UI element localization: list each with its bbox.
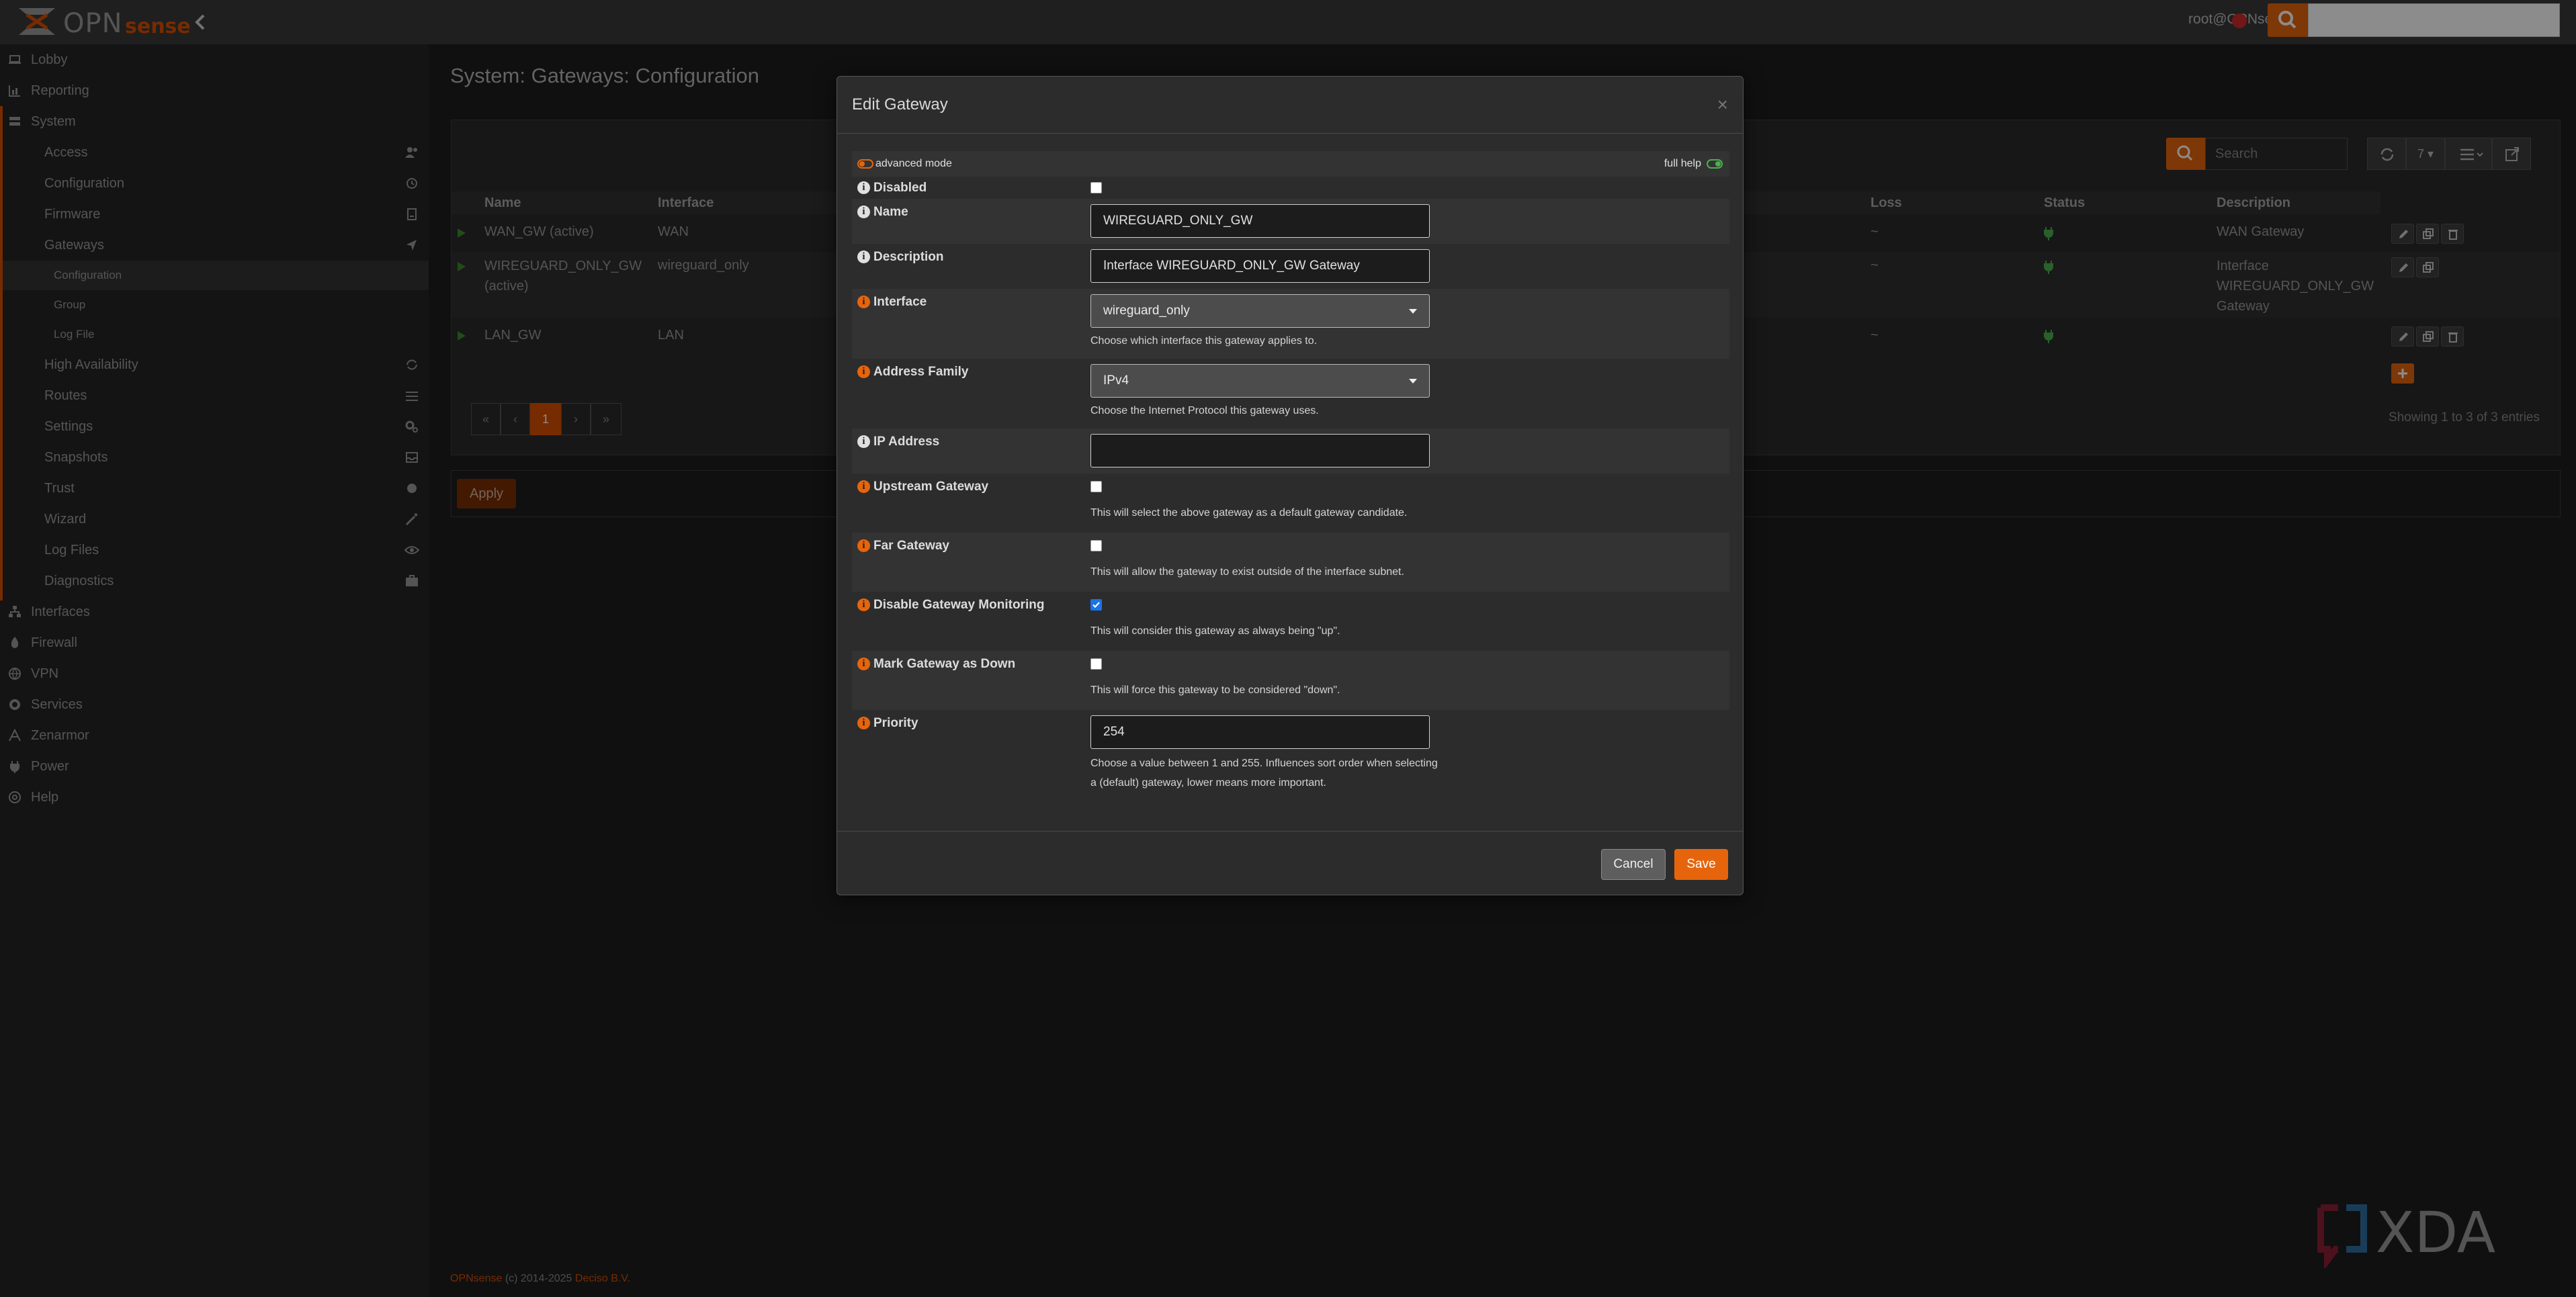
full-help-toggle[interactable]: [1707, 159, 1723, 169]
field-row-name: i Name WIREGUARD_ONLY_GW: [852, 199, 1729, 244]
disabled-checkbox[interactable]: [1090, 182, 1102, 193]
priority-input[interactable]: 254: [1090, 715, 1430, 749]
mark-down-checkbox[interactable]: [1090, 658, 1102, 670]
upstream-gateway-label: Upstream Gateway: [873, 480, 989, 494]
disable-monitoring-checkbox[interactable]: [1090, 599, 1102, 611]
priority-label: Priority: [873, 716, 918, 730]
info-icon[interactable]: i: [857, 296, 870, 308]
address-family-label: Address Family: [873, 365, 969, 379]
save-button[interactable]: Save: [1674, 849, 1728, 880]
dialog-mode-row: advanced mode full help: [852, 151, 1729, 177]
edit-gateway-dialog: Edit Gateway × advanced mode full help i…: [836, 76, 1744, 895]
priority-help: Choose a value between 1 and 255. Influe…: [1090, 758, 1438, 789]
disable-monitoring-label: Disable Gateway Monitoring: [873, 598, 1045, 612]
field-row-ip-address: i IP Address: [852, 429, 1729, 474]
disabled-label: Disabled: [873, 181, 927, 195]
info-icon[interactable]: i: [857, 598, 870, 611]
interface-select-value: wireguard_only: [1103, 304, 1190, 318]
description-label: Description: [873, 250, 944, 264]
address-family-select[interactable]: IPv4: [1090, 364, 1430, 398]
field-row-mark-down: i Mark Gateway as Down This will force t…: [852, 651, 1729, 710]
upstream-gateway-checkbox[interactable]: [1090, 481, 1102, 492]
info-icon[interactable]: i: [857, 251, 870, 263]
info-icon[interactable]: i: [857, 365, 870, 378]
advanced-mode-toggle[interactable]: [857, 159, 873, 169]
full-help-label[interactable]: full help: [1664, 158, 1701, 170]
field-row-upstream-gateway: i Upstream Gateway This will select the …: [852, 474, 1729, 533]
info-icon[interactable]: i: [857, 206, 870, 218]
info-icon[interactable]: i: [857, 181, 870, 194]
cancel-button[interactable]: Cancel: [1601, 849, 1666, 880]
info-icon[interactable]: i: [857, 480, 870, 493]
ip-address-label: IP Address: [873, 435, 940, 449]
checkmark-icon: [1092, 602, 1100, 609]
advanced-mode-label[interactable]: advanced mode: [875, 158, 952, 170]
field-row-address-family: i Address Family IPv4 Choose the Interne…: [852, 359, 1729, 429]
field-row-disable-monitoring: i Disable Gateway Monitoring This will c…: [852, 592, 1729, 651]
interface-help: Choose which interface this gateway appl…: [1090, 335, 1318, 347]
close-icon[interactable]: ×: [1717, 94, 1728, 116]
info-icon[interactable]: i: [857, 435, 870, 448]
name-input[interactable]: WIREGUARD_ONLY_GW: [1090, 204, 1430, 238]
info-icon[interactable]: i: [857, 658, 870, 670]
dialog-title: Edit Gateway: [852, 95, 948, 114]
info-icon[interactable]: i: [857, 539, 870, 552]
far-gateway-checkbox[interactable]: [1090, 540, 1102, 551]
description-input[interactable]: Interface WIREGUARD_ONLY_GW Gateway: [1090, 249, 1430, 283]
upstream-gateway-help: This will select the above gateway as a …: [1090, 507, 1408, 519]
disable-monitoring-help: This will consider this gateway as alway…: [1090, 625, 1340, 637]
caret-down-icon: [1409, 309, 1417, 314]
address-family-help: Choose the Internet Protocol this gatewa…: [1090, 405, 1319, 416]
info-icon[interactable]: i: [857, 717, 870, 729]
mark-down-label: Mark Gateway as Down: [873, 657, 1016, 671]
name-label: Name: [873, 205, 908, 219]
interface-label: Interface: [873, 295, 927, 309]
divider: [837, 133, 1743, 134]
caret-down-icon: [1409, 379, 1417, 384]
far-gateway-label: Far Gateway: [873, 539, 949, 553]
interface-select[interactable]: wireguard_only: [1090, 294, 1430, 328]
field-row-description: i Description Interface WIREGUARD_ONLY_G…: [852, 244, 1729, 289]
divider: [837, 831, 1743, 832]
address-family-select-value: IPv4: [1103, 373, 1129, 388]
mark-down-help: This will force this gateway to be consi…: [1090, 684, 1340, 696]
field-row-interface: i Interface wireguard_only Choose which …: [852, 289, 1729, 359]
field-row-far-gateway: i Far Gateway This will allow the gatewa…: [852, 533, 1729, 592]
field-row-disabled: i Disabled: [852, 177, 1729, 199]
far-gateway-help: This will allow the gateway to exist out…: [1090, 566, 1404, 578]
field-row-priority: i Priority 254 Choose a value between 1 …: [852, 710, 1729, 811]
ip-address-input[interactable]: [1090, 434, 1430, 467]
